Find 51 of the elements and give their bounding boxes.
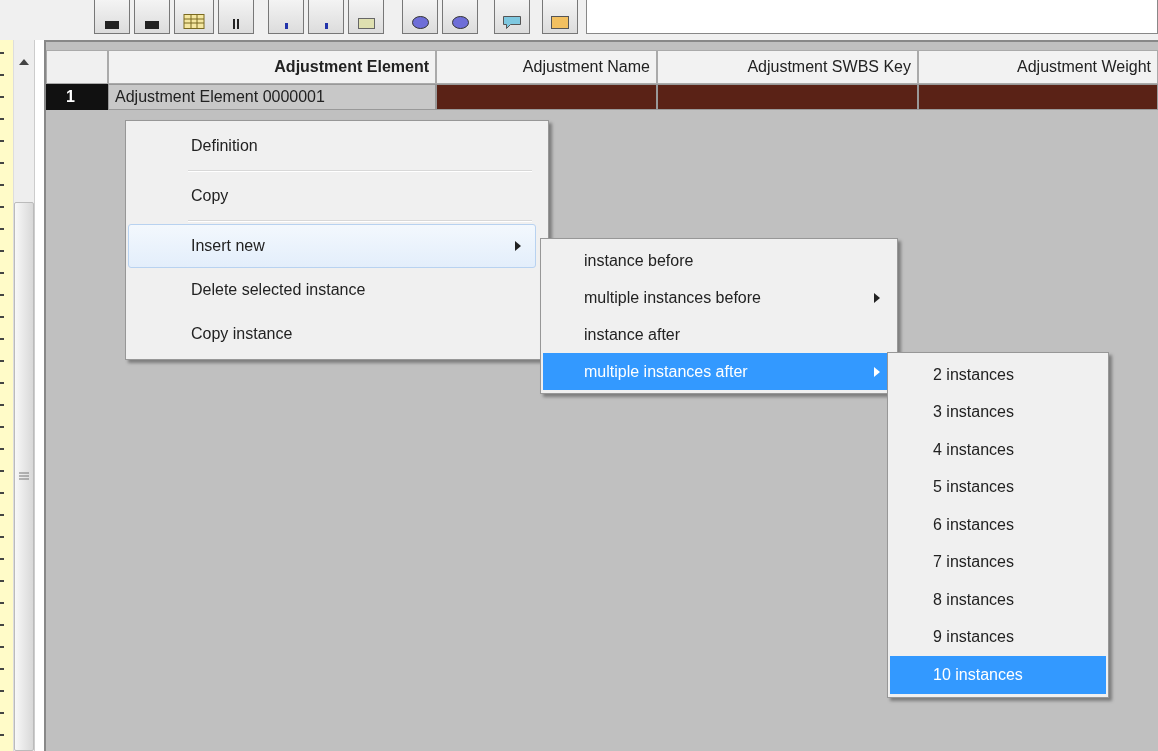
toolbar-icon [145,21,159,29]
column-header[interactable]: Adjustment Element [108,50,436,84]
text-field[interactable] [586,0,1158,34]
toolbar-icon [503,16,521,29]
menu-item[interactable]: Copy [128,174,536,218]
toolbar-icon [411,16,429,29]
menu-item[interactable]: Delete selected instance [128,268,536,312]
toolbar-icon [284,23,288,29]
table-cell[interactable] [657,84,918,110]
menu-item[interactable]: instance after [543,316,895,353]
menu-item[interactable]: Insert new [128,224,536,268]
menu-item[interactable]: Copy instance [128,312,536,356]
toolbar-icon [551,16,569,29]
menu-item[interactable]: 9 instances [890,618,1106,656]
toolbar-button[interactable] [542,0,578,34]
grid-corner [46,50,108,84]
toolbar-icon [451,16,469,29]
toolbar-icon [233,19,239,29]
table-cell[interactable]: Adjustment Element 0000001 [108,84,436,110]
table-cell[interactable] [436,84,657,110]
toolbar-button[interactable] [94,0,130,34]
scroll-thumb[interactable] [13,202,34,751]
scroll-up-icon [18,58,29,66]
toolbar-button[interactable] [402,0,438,34]
submenu-arrow-icon [874,366,880,377]
grip-icon [18,471,29,482]
toolbar-icon [357,18,375,29]
toolbar-button[interactable] [442,0,478,34]
menu-item[interactable]: Definition [128,124,536,168]
column-header[interactable]: Adjustment Weight [918,50,1158,84]
toolbar-button[interactable] [494,0,530,34]
menu-item[interactable]: 4 instances [890,431,1106,469]
menu-item[interactable]: 3 instances [890,393,1106,431]
toolbar-icon [105,21,119,29]
table-cell[interactable] [918,84,1158,110]
menu-item[interactable]: instance before [543,242,895,279]
row-number[interactable]: 1 [46,84,108,110]
submenu-arrow-icon [515,241,521,251]
column-header[interactable]: Adjustment SWBS Key [657,50,918,84]
toolbar-icon [324,23,328,29]
scrollbar[interactable] [13,40,35,751]
menu-item[interactable]: 5 instances [890,468,1106,506]
column-header[interactable]: Adjustment Name [436,50,657,84]
submenu-arrow-icon [874,292,880,303]
toolbar-button[interactable] [218,0,254,34]
toolbar-icon [183,14,205,29]
menu-item[interactable]: multiple instances before [543,279,895,316]
menu-item[interactable]: 6 instances [890,506,1106,544]
menu-item[interactable]: 8 instances [890,581,1106,619]
menu-item[interactable]: 7 instances [890,543,1106,581]
toolbar-button[interactable] [134,0,170,34]
